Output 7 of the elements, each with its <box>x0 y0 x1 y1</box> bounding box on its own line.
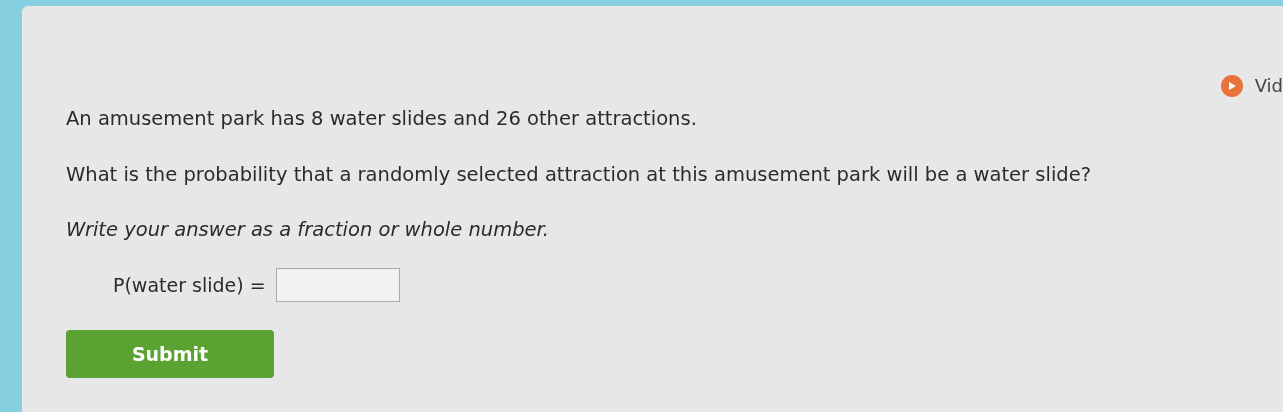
instruction-text: Write your answer as a fraction or whole number. <box>66 216 550 243</box>
play-icon[interactable] <box>1220 74 1243 97</box>
answer-field[interactable] <box>275 267 400 302</box>
question-text: What is the probability that a randomly selected attraction at this amusement park will be a water slide? <box>66 162 1093 189</box>
video-link[interactable]: Vid <box>1254 72 1283 99</box>
answer-label: P(water slide) = <box>113 272 266 298</box>
problem-statement: An amusement park has 8 water slides and 26 other attractions. <box>66 106 698 132</box>
